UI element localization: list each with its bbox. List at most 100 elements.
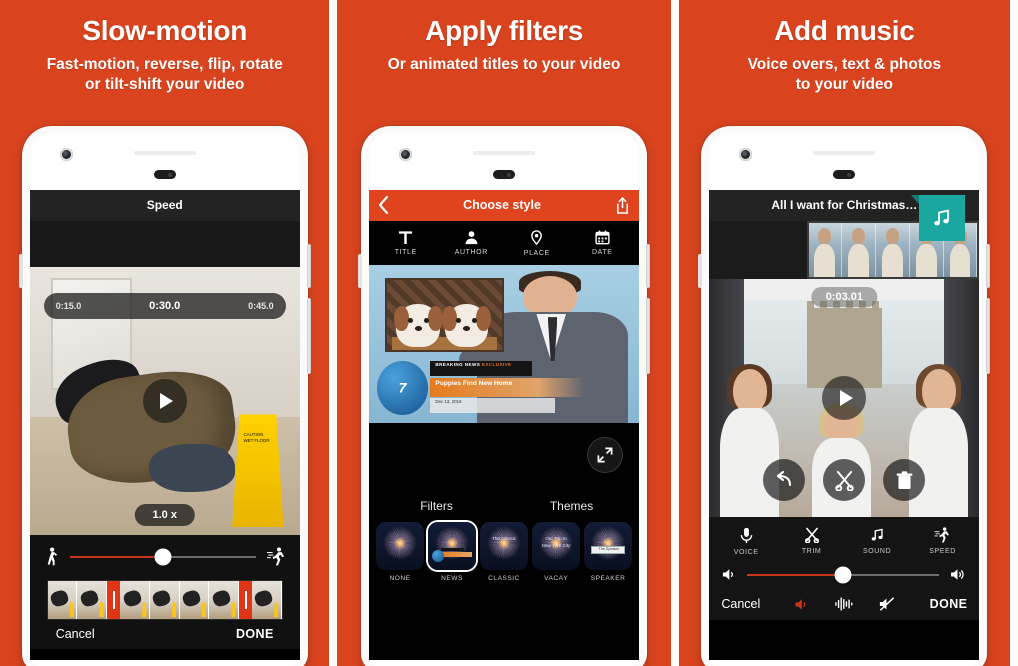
location-pin-icon	[531, 230, 543, 246]
tool-voice[interactable]: VOICE	[713, 527, 779, 556]
filmstrip-frame[interactable]	[77, 581, 108, 619]
video-filmstrip[interactable]	[46, 580, 283, 620]
expand-button[interactable]	[587, 437, 624, 473]
volume-slider-fill	[747, 573, 844, 576]
phone-mockup-1: Speed CAUTION WET FLOOR 0:15.0 0:30.0 0:…	[18, 126, 311, 666]
text-t-icon	[399, 231, 413, 245]
power-button[interactable]	[698, 254, 703, 288]
speed-controls: Cancel DONE	[29, 535, 300, 649]
panel-3-subtitle-line2: to your video	[795, 76, 894, 94]
share-icon[interactable]	[615, 196, 630, 214]
tab-place[interactable]: PLACE	[504, 230, 570, 257]
volume-up-button[interactable]	[646, 244, 651, 288]
tool-sound[interactable]: SOUND	[844, 527, 910, 556]
video-preview-3[interactable]: 0:03.01	[709, 279, 980, 517]
cancel-button-3[interactable]: Cancel	[721, 597, 760, 611]
trim-handle-end[interactable]	[239, 581, 253, 619]
speaker-active-icon[interactable]	[794, 598, 809, 611]
tab-title[interactable]: TITLE	[373, 230, 439, 257]
vacay-overlay-text: Our Trip to New York City	[541, 536, 571, 548]
clip-frame	[808, 223, 843, 277]
done-button-3[interactable]: DONE	[930, 597, 968, 611]
style-label-vacay: VACAY	[544, 575, 568, 582]
tool-trim[interactable]: TRIM	[779, 527, 845, 556]
tool-speed[interactable]: SPEED	[910, 527, 976, 556]
panel-add-music: Add music Voice overs, text & photos to …	[678, 0, 1011, 666]
power-button[interactable]	[358, 254, 363, 288]
style-option-none[interactable]: NONE	[376, 522, 425, 582]
style-option-vacay[interactable]: Our Trip to New York City VACAY	[532, 522, 581, 582]
music-badge[interactable]	[911, 195, 966, 241]
done-button-1[interactable]: DONE	[236, 627, 274, 641]
filmstrip-frame[interactable]	[179, 581, 210, 619]
style-option-speaker[interactable]: The Speaker SPEAKER	[584, 522, 633, 582]
microphone-icon	[740, 527, 752, 543]
volume-slider-row	[709, 564, 980, 591]
filmstrip-frame[interactable]	[120, 581, 150, 619]
anchor-head	[522, 276, 577, 318]
panel-3-header: Add music Voice overs, text & photos to …	[679, 0, 1010, 96]
section-filters[interactable]: Filters	[369, 499, 504, 513]
tab-author-label: AUTHOR	[454, 249, 488, 256]
panel-1-subtitle-line2: or tilt-shift your video	[85, 76, 245, 94]
panel-3-subtitle-line1: Voice overs, text & photos	[747, 55, 942, 73]
filmstrip-frame[interactable]	[47, 581, 78, 619]
power-button[interactable]	[18, 254, 23, 288]
volume-down-button[interactable]	[646, 298, 651, 374]
undo-button[interactable]	[763, 459, 806, 501]
waveform-icon[interactable]	[835, 597, 853, 611]
speed-slider[interactable]	[44, 547, 286, 566]
style-option-news[interactable]: NEWS	[428, 522, 477, 582]
filmstrip-frame[interactable]	[149, 581, 180, 619]
play-button-1[interactable]	[142, 379, 187, 423]
delete-button[interactable]	[883, 459, 926, 501]
volume-up-button[interactable]	[306, 244, 311, 288]
filmstrip-frame[interactable]	[209, 581, 240, 619]
speed-slider-track[interactable]	[69, 548, 256, 565]
chevron-left-icon[interactable]	[378, 196, 389, 214]
volume-down-button[interactable]	[986, 298, 991, 374]
section-themes[interactable]: Themes	[504, 499, 639, 513]
right-edge-gap	[1010, 0, 1018, 666]
volume-slider-track[interactable]	[747, 566, 940, 583]
tab-author[interactable]: AUTHOR	[439, 230, 505, 257]
volume-mute-icon[interactable]	[879, 597, 895, 611]
panel-1-title: Slow-motion	[82, 15, 248, 46]
phone-1-footer: Cancel DONE	[44, 620, 286, 649]
speed-slider-knob[interactable]	[154, 548, 172, 565]
volume-down-button[interactable]	[306, 298, 311, 374]
cut-button[interactable]	[823, 459, 866, 501]
volume-low-icon	[723, 569, 734, 580]
tab-title-label: TITLE	[394, 249, 417, 256]
style-category-tabs: TITLE AUTHOR PLACE DATE	[369, 221, 640, 265]
time-left: 0:15.0	[55, 301, 82, 311]
speaker-overlay-box: The Speaker	[590, 546, 626, 554]
tab-date[interactable]: DATE	[570, 230, 636, 257]
play-icon	[160, 393, 174, 409]
puppy-left	[393, 303, 443, 348]
filters-themes-tabs: Filters Themes	[369, 495, 640, 515]
run-icon	[266, 547, 284, 566]
phone-3-screen: All I want for Christmas… 0:03.01 VOICE …	[709, 190, 980, 660]
channel-number: 7	[398, 379, 407, 396]
tool-speed-label: SPEED	[929, 548, 956, 555]
volume-slider-knob[interactable]	[834, 566, 852, 583]
panel-1-subtitle-line1: Fast-motion, reverse, flip, rotate	[46, 55, 283, 73]
video-preview-2[interactable]: 7 BREAKING NEWS EXCLUSIVE Puppies Find N…	[369, 265, 640, 423]
filmstrip-frame[interactable]	[252, 581, 282, 619]
caution-sign: CAUTION WET FLOOR	[232, 414, 284, 527]
play-button-3[interactable]	[822, 376, 867, 420]
style-thumbnail-row: NONE NEWS The Classic CLASSIC Our Trip t…	[369, 515, 640, 591]
cancel-button-1[interactable]: Cancel	[56, 627, 95, 641]
front-camera-icon	[739, 148, 753, 161]
phone-1-screen: Speed CAUTION WET FLOOR 0:15.0 0:30.0 0:…	[29, 190, 300, 660]
volume-up-button[interactable]	[986, 244, 991, 288]
panel-2-subtitle: Or animated titles to your video	[337, 55, 670, 75]
video-preview-1[interactable]: CAUTION WET FLOOR 0:15.0 0:30.0 0:45.0 1…	[29, 267, 300, 535]
style-label-none: NONE	[389, 575, 411, 582]
style-option-classic[interactable]: The Classic CLASSIC	[480, 522, 529, 582]
trim-handle-start[interactable]	[107, 581, 121, 619]
panel-apply-filters: Apply filters Or animated titles to your…	[337, 0, 671, 666]
panel-2-header: Apply filters Or animated titles to your…	[337, 0, 670, 75]
panel-1-header: Slow-motion Fast-motion, reverse, flip, …	[0, 0, 329, 96]
